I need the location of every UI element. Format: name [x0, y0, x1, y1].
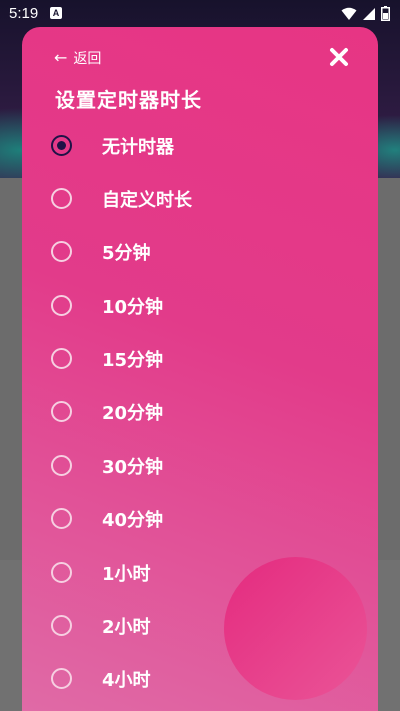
radio-button[interactable] [51, 295, 72, 316]
option-2-hours[interactable]: 2小时 [22, 599, 378, 652]
status-icons [341, 6, 390, 21]
status-time: 5:19 [9, 5, 39, 22]
radio-button[interactable] [51, 401, 72, 422]
option-5-min[interactable]: 5分钟 [22, 225, 378, 278]
status-bar: 5:19 A [0, 0, 400, 28]
radio-button[interactable] [51, 615, 72, 636]
signal-icon [363, 7, 375, 20]
option-no-timer[interactable]: 无计时器 [22, 119, 378, 172]
option-10-min[interactable]: 10分钟 [22, 279, 378, 332]
dialog-title: 设置定时器时长 [55, 88, 202, 112]
option-label: 4小时 [102, 669, 151, 691]
option-label: 1小时 [102, 563, 151, 585]
option-15-min[interactable]: 15分钟 [22, 332, 378, 385]
option-30-min[interactable]: 30分钟 [22, 439, 378, 492]
option-label: 30分钟 [102, 456, 164, 478]
radio-button[interactable] [51, 188, 72, 209]
option-label: 15分钟 [102, 349, 164, 371]
timer-dialog: ← 返回 设置定时器时长 无计时器 自定义时长 5分钟 10分钟 15分钟 20… [22, 27, 378, 711]
option-label: 无计时器 [102, 136, 174, 158]
battery-icon [381, 6, 390, 21]
radio-button[interactable] [51, 455, 72, 476]
option-4-hours[interactable]: 4小时 [22, 652, 378, 705]
option-label: 40分钟 [102, 509, 164, 531]
radio-button[interactable] [51, 668, 72, 689]
radio-button[interactable] [51, 562, 72, 583]
wifi-icon [341, 7, 357, 20]
option-label: 10分钟 [102, 296, 164, 318]
option-label: 自定义时长 [102, 189, 192, 211]
radio-button[interactable] [51, 508, 72, 529]
option-label: 2小时 [102, 616, 151, 638]
close-icon[interactable] [328, 46, 350, 68]
option-40-min[interactable]: 40分钟 [22, 492, 378, 545]
back-label: 返回 [73, 51, 102, 67]
back-arrow-icon: ← [54, 48, 68, 67]
notification-icon: A [50, 7, 62, 19]
option-custom-duration[interactable]: 自定义时长 [22, 172, 378, 225]
radio-button[interactable] [51, 241, 72, 262]
option-label: 20分钟 [102, 402, 164, 424]
option-label: 5分钟 [102, 242, 151, 264]
option-1-hour[interactable]: 1小时 [22, 546, 378, 599]
radio-button-selected[interactable] [51, 135, 72, 156]
radio-button[interactable] [51, 348, 72, 369]
back-button[interactable]: ← 返回 [54, 48, 101, 68]
option-20-min[interactable]: 20分钟 [22, 385, 378, 438]
